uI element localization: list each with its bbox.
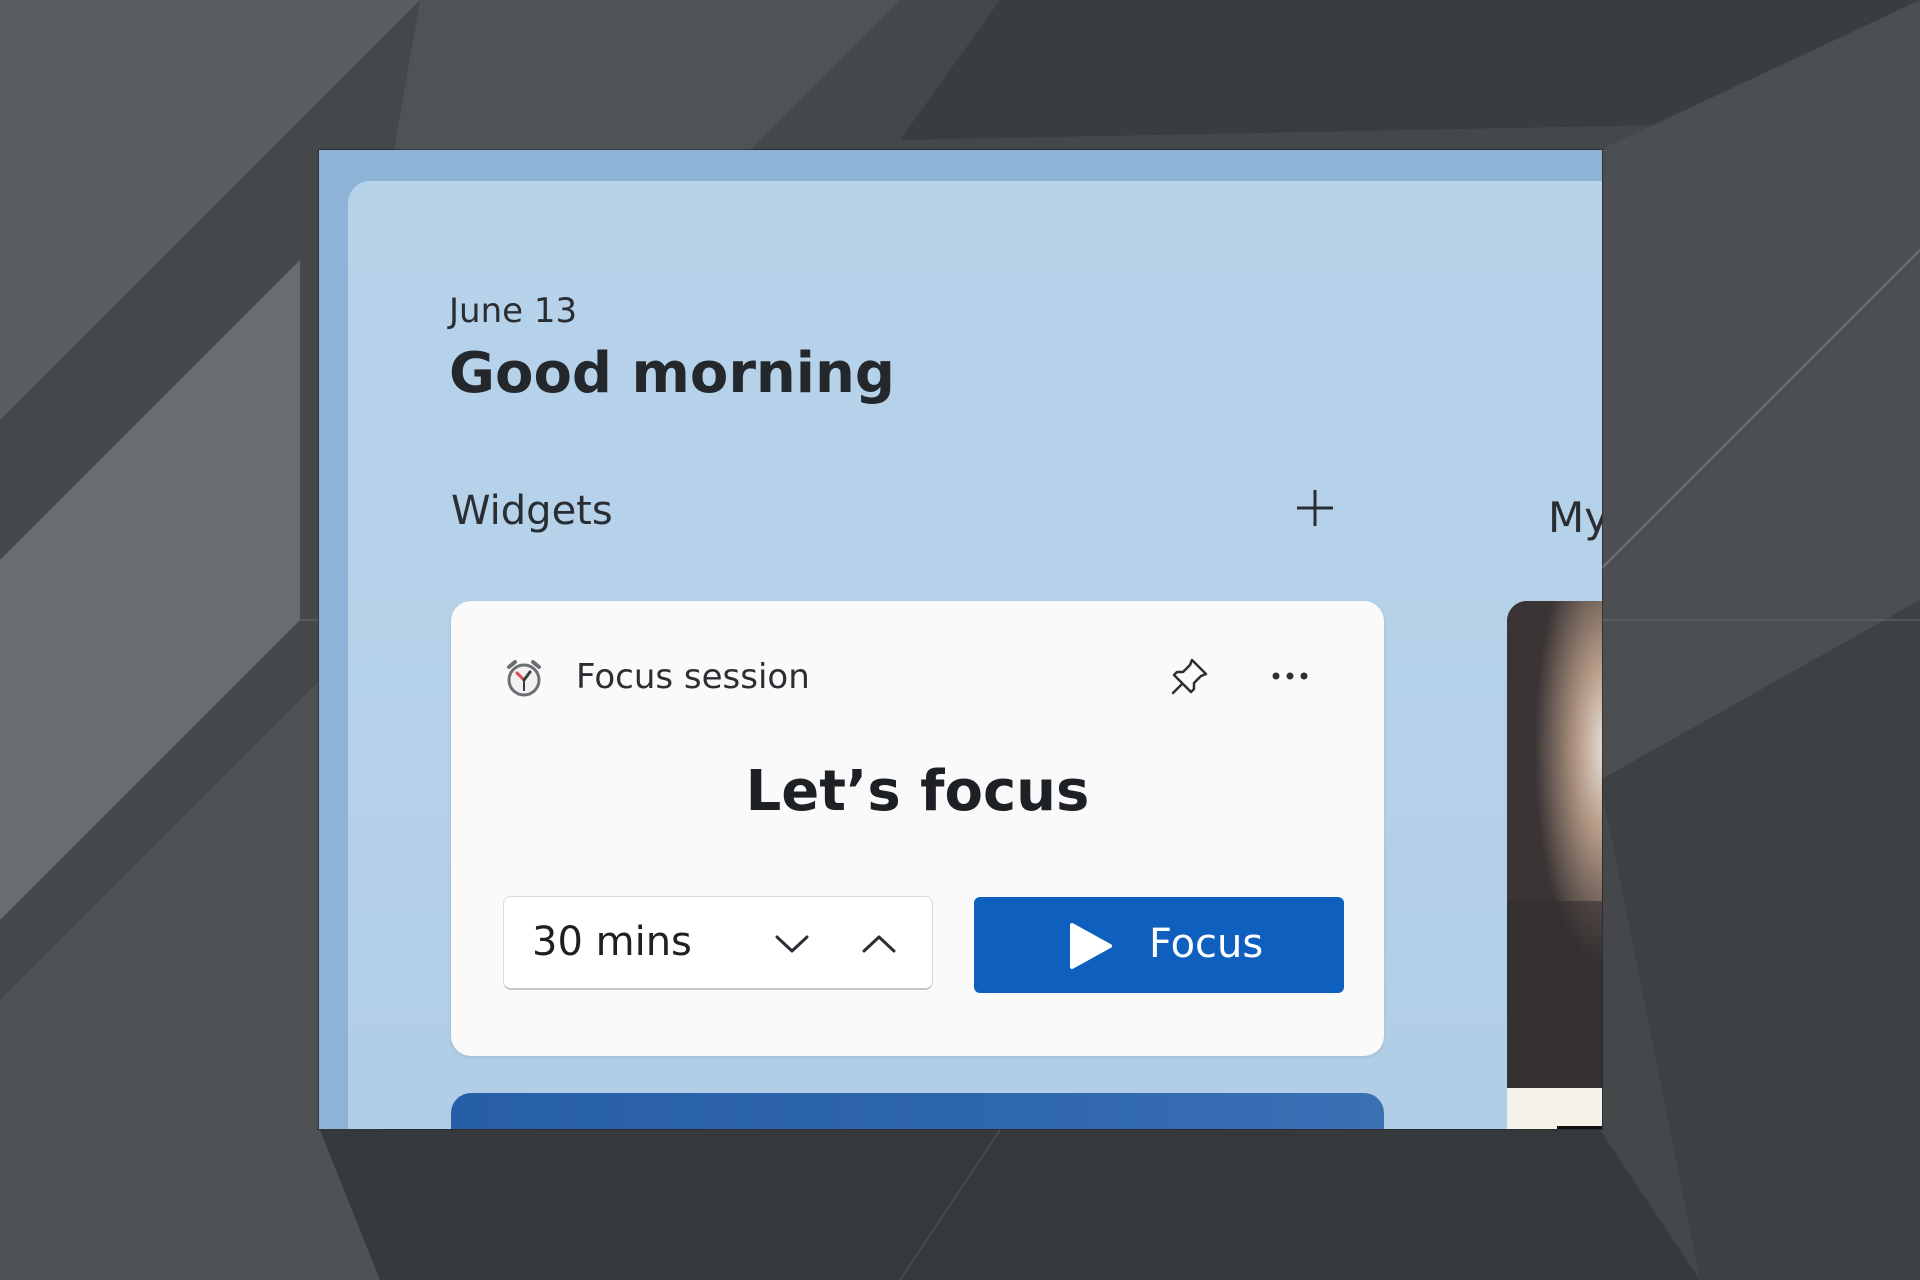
- widgets-panel: June 13 Good morning Widgets My f: [348, 181, 1602, 1129]
- alarm-clock-icon: [507, 660, 541, 697]
- pin-icon: [1171, 658, 1208, 695]
- greeting-title: Good morning: [449, 341, 895, 406]
- desktop-wallpaper: June 13 Good morning Widgets My f: [0, 0, 1920, 1280]
- start-focus-button[interactable]: Focus: [974, 897, 1344, 993]
- more-icon: [1272, 672, 1308, 680]
- article-image: [1507, 601, 1602, 1091]
- pin-widget-button[interactable]: [1165, 651, 1215, 701]
- increase-duration-button[interactable]: [849, 914, 909, 974]
- more-options-button[interactable]: [1265, 651, 1315, 701]
- play-icon: [1070, 923, 1112, 969]
- decrease-duration-button[interactable]: [762, 914, 822, 974]
- chevron-down-icon: [775, 935, 809, 953]
- widgets-window: June 13 Good morning Widgets My f: [319, 150, 1602, 1129]
- widget-title: Focus session: [576, 657, 810, 697]
- add-widget-button[interactable]: [1288, 481, 1342, 535]
- duration-value: 30 mins: [532, 919, 692, 965]
- chevron-up-icon: [862, 935, 896, 953]
- focus-heading: Let’s focus: [745, 759, 1090, 824]
- article-source-logo: CP: [1557, 1126, 1602, 1129]
- plus-icon: [1297, 490, 1333, 526]
- article-footer: CP: [1507, 1088, 1602, 1129]
- weather-widget[interactable]: [451, 1093, 1384, 1129]
- date-label: June 13: [449, 291, 578, 331]
- widgets-section-title: Widgets: [451, 488, 613, 534]
- feed-article-card[interactable]: CP: [1507, 601, 1602, 1129]
- focus-button-label: Focus: [1149, 921, 1264, 967]
- focus-session-widget: Focus session Let’s focus 30 mins Focus: [451, 601, 1384, 1056]
- tab-my-feed[interactable]: My f: [1548, 493, 1602, 542]
- duration-stepper: 30 mins: [503, 896, 933, 990]
